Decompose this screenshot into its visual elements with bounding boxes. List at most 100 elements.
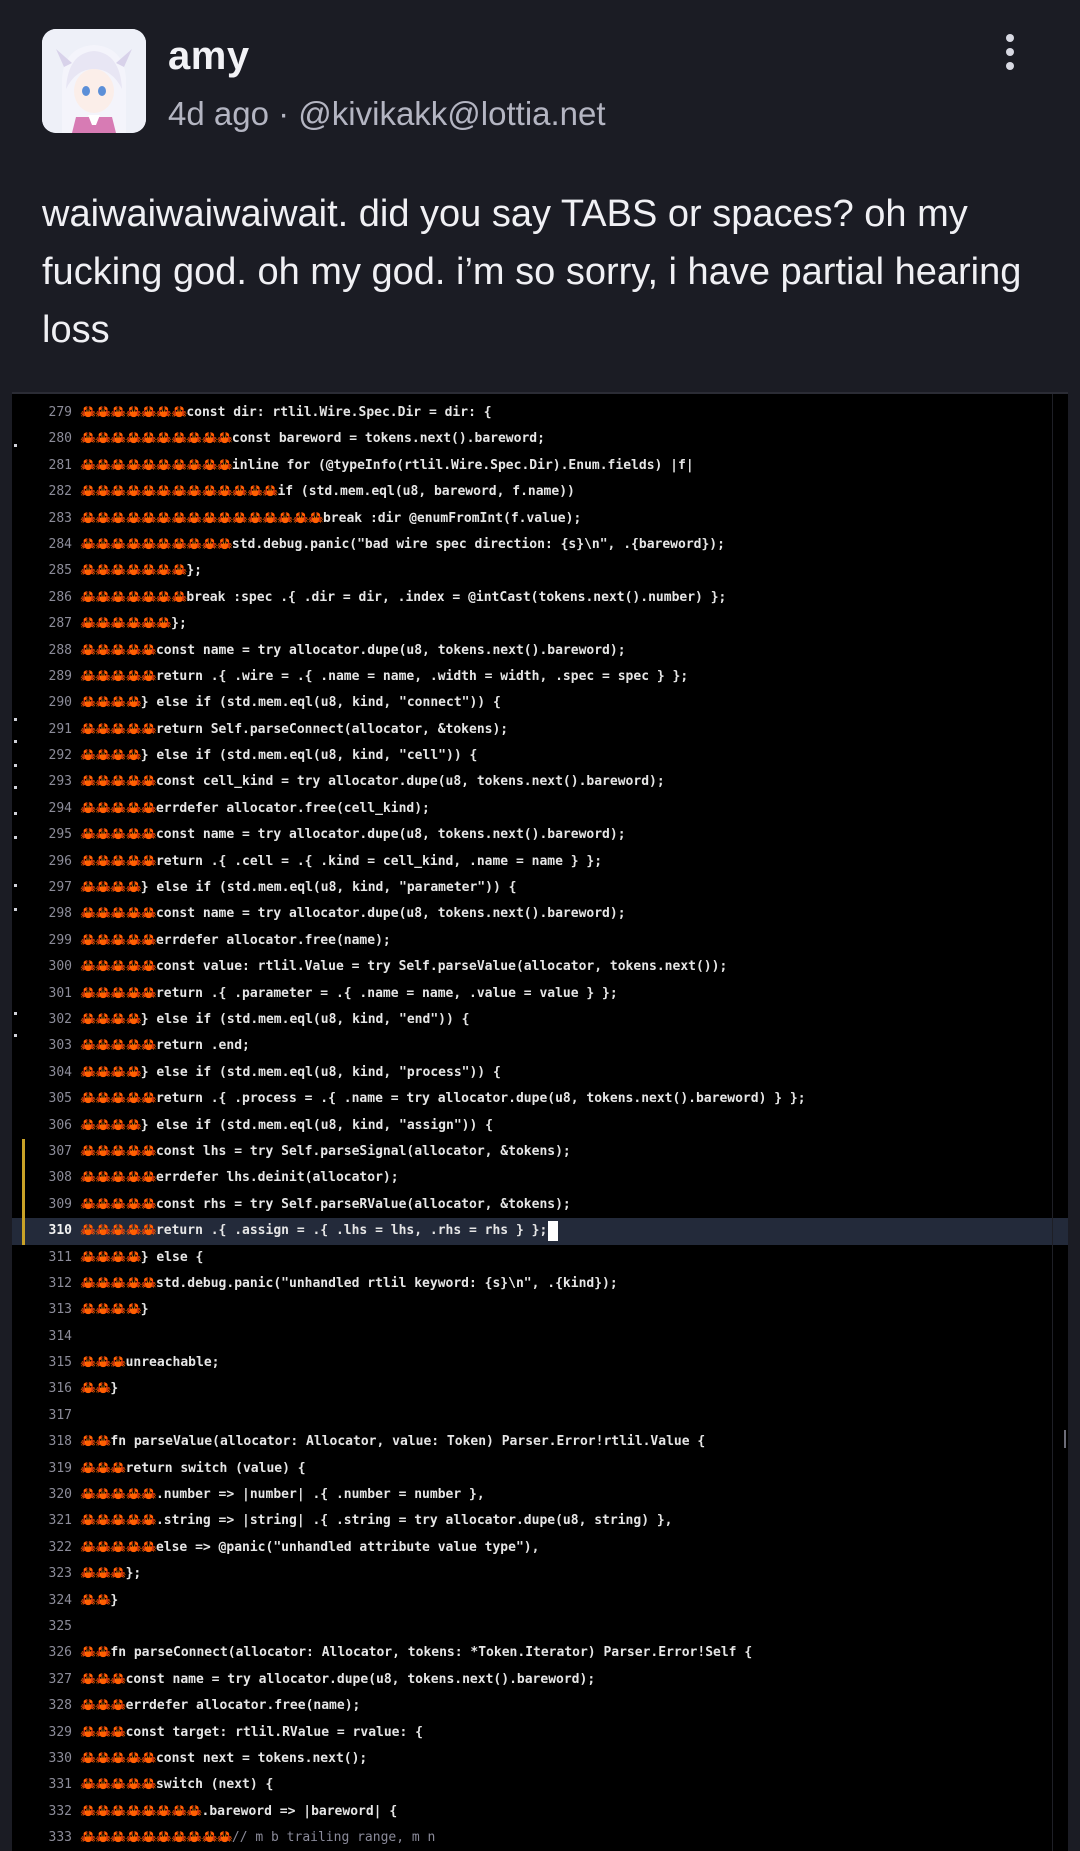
crab-indent-icons: 🦀🦀🦀🦀 — [80, 695, 142, 711]
code-line[interactable]: 296 🦀🦀🦀🦀🦀return .{ .cell = .{ .kind = cel… — [12, 849, 1068, 875]
code-line[interactable]: 295 🦀🦀🦀🦀🦀const name = try allocator.dupe(… — [12, 822, 1068, 848]
code-text: 🦀🦀} — [80, 1376, 118, 1402]
code-line[interactable]: 323 🦀🦀🦀}; — [12, 1561, 1068, 1587]
code-content: const name = try allocator.dupe(u8, toke… — [155, 827, 626, 843]
crab-indent-icons: 🦀🦀🦀🦀 — [80, 1249, 142, 1265]
code-line[interactable]: 280 🦀🦀🦀🦀🦀🦀🦀🦀🦀🦀const bareword = tokens.nex… — [12, 426, 1068, 452]
code-text: 🦀🦀🦀🦀🦀const rhs = try Self.parseRValue(al… — [80, 1192, 571, 1218]
code-line[interactable]: 313 🦀🦀🦀🦀} — [12, 1297, 1068, 1323]
code-text: 🦀🦀🦀🦀} — [80, 1297, 149, 1323]
crab-indent-icons: 🦀🦀🦀🦀🦀🦀🦀 — [80, 563, 187, 579]
code-line[interactable]: 302 🦀🦀🦀🦀} else if (std.mem.eql(u8, kind, … — [12, 1007, 1068, 1033]
code-text: 🦀🦀🦀🦀🦀🦀🦀const dir: rtlil.Wire.Spec.Dir = … — [80, 400, 492, 426]
code-line[interactable]: 289 🦀🦀🦀🦀🦀return .{ .wire = .{ .name = nam… — [12, 664, 1068, 690]
code-content: const next = tokens.next(); — [155, 1750, 368, 1766]
code-line[interactable]: 285 🦀🦀🦀🦀🦀🦀🦀}; — [12, 558, 1068, 584]
code-text: 🦀🦀🦀🦀🦀const name = try allocator.dupe(u8,… — [80, 822, 626, 848]
code-line[interactable]: 324 🦀🦀} — [12, 1588, 1068, 1614]
code-line[interactable]: 314 — [12, 1324, 1068, 1350]
line-number: 314 — [48, 1328, 72, 1344]
code-line[interactable]: 284 🦀🦀🦀🦀🦀🦀🦀🦀🦀🦀std.debug.panic("bad wire s… — [12, 532, 1068, 558]
code-line[interactable]: 326 🦀🦀fn parseConnect(allocator: Allocato… — [12, 1640, 1068, 1666]
code-line[interactable]: 297 🦀🦀🦀🦀} else if (std.mem.eql(u8, kind, … — [12, 875, 1068, 901]
code-line[interactable]: 317 — [12, 1403, 1068, 1429]
code-line[interactable]: 330 🦀🦀🦀🦀🦀const next = tokens.next(); — [12, 1746, 1068, 1772]
crab-indent-icons: 🦀🦀🦀🦀🦀 — [80, 1091, 157, 1107]
code-line[interactable]: 310 🦀🦀🦀🦀🦀return .{ .assign = .{ .lhs = lh… — [12, 1218, 1068, 1245]
crab-indent-icons: 🦀🦀🦀🦀🦀 — [80, 985, 157, 1001]
code-line[interactable]: 290 🦀🦀🦀🦀} else if (std.mem.eql(u8, kind, … — [12, 690, 1068, 716]
code-screenshot[interactable]: 279 🦀🦀🦀🦀🦀🦀🦀const dir: rtlil.Wire.Spec.Dir… — [12, 392, 1068, 1851]
code-line[interactable]: 328 🦀🦀🦀errdefer allocator.free(name); — [12, 1693, 1068, 1719]
code-line[interactable]: 293 🦀🦀🦀🦀🦀const cell_kind = try allocator.… — [12, 769, 1068, 795]
line-number: 322 — [48, 1539, 72, 1555]
code-line[interactable]: 283 🦀🦀🦀🦀🦀🦀🦀🦀🦀🦀🦀🦀🦀🦀🦀🦀break :dir @enumFromI… — [12, 506, 1068, 532]
code-text: 🦀🦀🦀🦀} else if (std.mem.eql(u8, kind, "en… — [80, 1007, 469, 1033]
crab-indent-icons: 🦀🦀🦀🦀🦀 — [80, 1487, 157, 1503]
crab-indent-icons: 🦀🦀🦀🦀🦀 — [80, 774, 157, 790]
code-line[interactable]: 321 🦀🦀🦀🦀🦀.string => |string| .{ .string =… — [12, 1508, 1068, 1534]
code-text: 🦀🦀🦀🦀🦀.string => |string| .{ .string = tr… — [80, 1508, 673, 1534]
crab-indent-icons: 🦀🦀🦀🦀🦀 — [80, 932, 157, 948]
code-text: 🦀🦀🦀🦀🦀return .{ .wire = .{ .name = name, … — [80, 664, 688, 690]
code-line[interactable]: 299 🦀🦀🦀🦀🦀errdefer allocator.free(name); — [12, 928, 1068, 954]
code-line[interactable]: 312 🦀🦀🦀🦀🦀std.debug.panic("unhandled rtlil… — [12, 1271, 1068, 1297]
line-number: 303 — [48, 1038, 72, 1054]
code-line[interactable]: 298 🦀🦀🦀🦀🦀const name = try allocator.dupe(… — [12, 901, 1068, 927]
line-number: 309 — [48, 1196, 72, 1212]
code-line[interactable]: 292 🦀🦀🦀🦀} else if (std.mem.eql(u8, kind, … — [12, 743, 1068, 769]
code-line[interactable]: 301 🦀🦀🦀🦀🦀return .{ .parameter = .{ .name … — [12, 981, 1068, 1007]
code-line[interactable]: 331 🦀🦀🦀🦀🦀switch (next) { — [12, 1772, 1068, 1798]
code-line[interactable]: 319 🦀🦀🦀return switch (value) { — [12, 1456, 1068, 1482]
code-content: return .{ .parameter = .{ .name = name, … — [155, 985, 618, 1001]
crab-indent-icons: 🦀🦀🦀🦀🦀 — [80, 1750, 157, 1766]
code-line[interactable]: 286 🦀🦀🦀🦀🦀🦀🦀break :spec .{ .dir = dir, .in… — [12, 585, 1068, 611]
code-line[interactable]: 291 🦀🦀🦀🦀🦀return Self.parseConnect(allocat… — [12, 717, 1068, 743]
line-number: 284 — [48, 536, 72, 552]
code-text: 🦀🦀fn parseValue(allocator: Allocator, va… — [80, 1429, 705, 1455]
crab-indent-icons: 🦀🦀🦀🦀🦀🦀 — [80, 616, 172, 632]
crab-indent-icons: 🦀🦀 — [80, 1434, 111, 1450]
line-number: 280 — [48, 431, 72, 447]
code-content: if (std.mem.eql(u8, bareword, f.name)) — [277, 484, 575, 500]
code-line[interactable]: 288 🦀🦀🦀🦀🦀const name = try allocator.dupe(… — [12, 638, 1068, 664]
code-line[interactable]: 327 🦀🦀🦀const name = try allocator.dupe(u8… — [12, 1667, 1068, 1693]
crab-indent-icons: 🦀🦀🦀🦀🦀 — [80, 1275, 157, 1291]
crab-indent-icons: 🦀🦀🦀🦀 — [80, 1064, 142, 1080]
code-line[interactable]: 308 🦀🦀🦀🦀🦀errdefer lhs.deinit(allocator); — [12, 1165, 1068, 1192]
code-line[interactable]: 279 🦀🦀🦀🦀🦀🦀🦀const dir: rtlil.Wire.Spec.Dir… — [12, 400, 1068, 426]
code-line[interactable]: 322 🦀🦀🦀🦀🦀else => @panic("unhandled attrib… — [12, 1535, 1068, 1561]
code-line[interactable]: 307 🦀🦀🦀🦀🦀const lhs = try Self.parseSignal… — [12, 1138, 1068, 1166]
code-line[interactable]: 287 🦀🦀🦀🦀🦀🦀}; — [12, 611, 1068, 637]
code-line[interactable]: 311 🦀🦀🦀🦀} else { — [12, 1245, 1068, 1271]
code-line[interactable]: 304 🦀🦀🦀🦀} else if (std.mem.eql(u8, kind, … — [12, 1060, 1068, 1086]
code-line[interactable]: 305 🦀🦀🦀🦀🦀return .{ .process = .{ .name = … — [12, 1086, 1068, 1112]
code-line[interactable]: 320 🦀🦀🦀🦀🦀.number => |number| .{ .number =… — [12, 1482, 1068, 1508]
author-handle[interactable]: @kivikakk@lottia.net — [298, 95, 605, 132]
author-name[interactable]: amy — [168, 34, 250, 79]
code-line[interactable]: 318 🦀🦀fn parseValue(allocator: Allocator,… — [12, 1429, 1068, 1455]
code-line[interactable]: 329 🦀🦀🦀const target: rtlil.RValue = rvalu… — [12, 1720, 1068, 1746]
code-line[interactable]: 325 — [12, 1614, 1068, 1640]
scrollbar[interactable] — [1064, 1430, 1066, 1448]
code-line[interactable]: 300 🦀🦀🦀🦀🦀const value: rtlil.Value = try S… — [12, 954, 1068, 980]
code-line[interactable]: 303 🦀🦀🦀🦀🦀return .end; — [12, 1033, 1068, 1059]
avatar[interactable] — [42, 29, 146, 133]
code-line[interactable]: 315 🦀🦀🦀unreachable; — [12, 1350, 1068, 1376]
code-line[interactable]: 309 🦀🦀🦀🦀🦀const rhs = try Self.parseRValue… — [12, 1191, 1068, 1219]
line-number: 290 — [48, 695, 72, 711]
code-line[interactable]: 281 🦀🦀🦀🦀🦀🦀🦀🦀🦀🦀inline for (@typeInfo(rtlil… — [12, 453, 1068, 479]
code-line[interactable]: 316 🦀🦀} — [12, 1376, 1068, 1402]
line-number: 296 — [48, 853, 72, 869]
code-line[interactable]: 333 🦀🦀🦀🦀🦀🦀🦀🦀🦀🦀// m b trailing range, m n — [12, 1825, 1068, 1851]
code-editor: 279 🦀🦀🦀🦀🦀🦀🦀const dir: rtlil.Wire.Spec.Dir… — [12, 400, 1068, 1851]
code-text: 🦀🦀🦀🦀🦀🦀🦀🦀.bareword => |bareword| { — [80, 1799, 397, 1825]
text-cursor — [548, 1220, 559, 1241]
time-ago[interactable]: 4d ago — [168, 95, 269, 132]
code-line[interactable]: 294 🦀🦀🦀🦀🦀errdefer allocator.free(cell_kin… — [12, 796, 1068, 822]
code-line[interactable]: 306 🦀🦀🦀🦀} else if (std.mem.eql(u8, kind, … — [12, 1113, 1068, 1139]
code-line[interactable]: 332 🦀🦀🦀🦀🦀🦀🦀🦀.bareword => |bareword| { — [12, 1799, 1068, 1825]
code-line[interactable]: 282 🦀🦀🦀🦀🦀🦀🦀🦀🦀🦀🦀🦀🦀if (std.mem.eql(u8, bare… — [12, 479, 1068, 505]
line-number: 289 — [48, 668, 72, 684]
more-vertical-icon[interactable] — [992, 30, 1028, 74]
